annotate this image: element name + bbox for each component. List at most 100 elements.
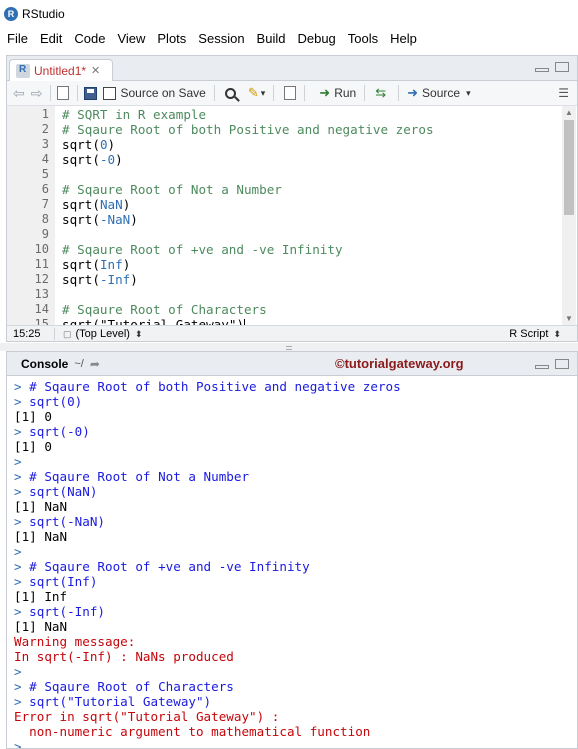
menu-debug[interactable]: Debug: [291, 31, 341, 46]
source-label: Source: [422, 86, 461, 100]
working-directory: ~/: [74, 357, 84, 370]
menu-bar: File Edit Code View Plots Session Build …: [0, 28, 578, 48]
document-outline-icon[interactable]: ☰: [558, 86, 569, 100]
maximize-pane-button[interactable]: [555, 62, 569, 72]
minimize-pane-button[interactable]: [535, 68, 549, 72]
watermark: ©tutorialgateway.org: [335, 356, 464, 371]
menu-view[interactable]: View: [111, 31, 151, 46]
scope-icon: ▢: [63, 328, 72, 339]
console-tab[interactable]: Console: [21, 357, 68, 371]
console-text: sqrt("Tutorial Gateway"): [29, 694, 212, 709]
source-button[interactable]: ➜ Source ▾: [407, 83, 470, 103]
console-output[interactable]: > # Sqaure Root of both Positive and neg…: [7, 376, 577, 748]
code-tools-button[interactable]: ✎ ▾: [248, 83, 265, 103]
run-button[interactable]: ➜ Run: [319, 83, 356, 103]
menu-code[interactable]: Code: [68, 31, 111, 46]
code-token: sqrt: [62, 197, 93, 212]
toolbar-divider: [77, 85, 79, 101]
menu-help[interactable]: Help: [384, 31, 423, 46]
source-on-save-checkbox[interactable]: [103, 86, 117, 100]
maximize-pane-button[interactable]: [555, 359, 569, 369]
menu-session[interactable]: Session: [192, 31, 250, 46]
line-number: 15: [34, 317, 49, 325]
file-type-selector[interactable]: R Script ⬍: [509, 328, 577, 340]
compile-report-button[interactable]: [284, 83, 297, 103]
console-text: sqrt(-Inf): [29, 604, 105, 619]
console-text: # Sqaure Root of Not a Number: [29, 469, 250, 484]
console-line: Error in sqrt("Tutorial Gateway") :: [14, 709, 279, 724]
pane-splitter[interactable]: [0, 343, 578, 351]
rerun-button[interactable]: ⇆: [375, 83, 390, 103]
code-token: (: [92, 137, 100, 152]
code-token: "Tutorial Gateway": [99, 317, 237, 325]
console-prompt: >: [14, 544, 30, 559]
console-text: # Sqaure Root of both Positive and negat…: [29, 379, 401, 394]
rstudio-logo-icon: R: [4, 7, 18, 21]
back-arrow-icon[interactable]: ⇦: [13, 83, 25, 103]
toolbar-divider: [398, 85, 400, 101]
console-line: > sqrt("Tutorial Gateway"): [14, 694, 211, 709]
source-on-save-toggle[interactable]: Source on Save: [103, 83, 206, 103]
scroll-up-icon[interactable]: ▲: [565, 108, 573, 117]
scrollbar-thumb[interactable]: [564, 120, 574, 215]
search-icon: [224, 87, 236, 99]
menu-tools[interactable]: Tools: [342, 31, 384, 46]
line-number: 7: [41, 197, 49, 211]
notebook-icon: [284, 86, 297, 100]
menu-file[interactable]: File: [0, 31, 34, 46]
find-button[interactable]: [224, 83, 236, 103]
go-to-directory-icon[interactable]: ➦: [90, 357, 100, 371]
tab-untitled1[interactable]: Untitled1* ✕: [9, 59, 113, 81]
console-text: [1] 0: [14, 439, 52, 454]
editor-scrollbar[interactable]: ▲ ▼: [562, 106, 576, 325]
scroll-down-icon[interactable]: ▼: [565, 314, 573, 323]
code-line: sqrt(NaN): [62, 197, 130, 212]
line-number: 6: [41, 182, 49, 196]
console-prompt: >: [14, 379, 30, 394]
menu-edit[interactable]: Edit: [34, 31, 68, 46]
console-text: [1] Inf: [14, 589, 68, 604]
console-prompt: >: [14, 664, 30, 679]
console-line: > sqrt(NaN): [14, 484, 97, 499]
console-text: sqrt(NaN): [29, 484, 98, 499]
console-line: > sqrt(-Inf): [14, 604, 105, 619]
code-token: -Inf: [99, 272, 131, 287]
console-line: > sqrt(-0): [14, 424, 90, 439]
code-token: # Sqaure Root of both Positive and negat…: [62, 122, 434, 137]
chevron-down-icon: ⬍: [135, 328, 143, 339]
console-line: Warning message:: [14, 634, 135, 649]
line-number: 3: [41, 137, 49, 151]
chevron-down-icon[interactable]: ▾: [466, 88, 471, 99]
save-button[interactable]: [84, 83, 98, 103]
cursor-position: 15:25: [7, 327, 55, 340]
code-line: sqrt(-0): [62, 152, 123, 167]
console-line: non-numeric argument to mathematical fun…: [14, 724, 370, 739]
code-token: sqrt: [62, 257, 93, 272]
console-prompt: >: [14, 739, 30, 749]
code-token: ): [107, 137, 116, 152]
minimize-pane-button[interactable]: [535, 365, 549, 369]
line-number-gutter: 1 2 3 4 5 6 7 8 9 10 11 12 13 14 15: [7, 106, 55, 325]
menu-build[interactable]: Build: [251, 31, 292, 46]
console-text: Warning message:: [14, 634, 136, 649]
close-icon[interactable]: ✕: [91, 64, 100, 77]
editor-toolbar: ⇦ ⇨ Source on Save ✎ ▾ ➜ Run ⇆ ➜ Source ▾…: [7, 81, 577, 106]
scope-selector[interactable]: ▢ (Top Level) ⬍: [55, 328, 143, 340]
code-token: ): [236, 317, 245, 325]
code-token: sqrt: [62, 152, 93, 167]
console-line: [1] 0: [14, 409, 52, 424]
run-arrow-icon: ➜: [319, 85, 331, 100]
window-title: RStudio: [22, 7, 65, 21]
show-in-window-button[interactable]: [57, 83, 70, 103]
console-prompt: >: [14, 394, 30, 409]
forward-arrow-icon[interactable]: ⇨: [31, 83, 43, 103]
code-editor[interactable]: 1 2 3 4 5 6 7 8 9 10 11 12 13 14 15 # SQRT in R exampl…: [7, 106, 577, 325]
menu-plots[interactable]: Plots: [151, 31, 192, 46]
console-line: > sqrt(Inf): [14, 574, 97, 589]
code-token: (: [92, 152, 100, 167]
code-line: sqrt("Tutorial Gateway"): [62, 317, 246, 325]
toolbar-divider: [364, 85, 366, 101]
code-token: Inf: [99, 257, 123, 272]
code-line: sqrt(-Inf): [62, 272, 138, 287]
console-line: > # Sqaure Root of Characters: [14, 679, 234, 694]
